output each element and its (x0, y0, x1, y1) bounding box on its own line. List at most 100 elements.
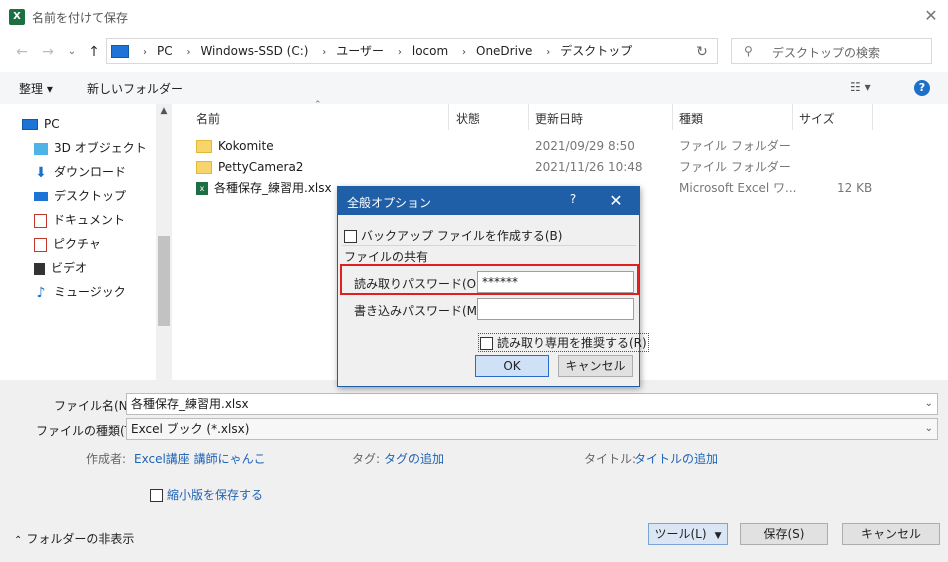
table-row[interactable]: Kokomite 2021/09/29 8:50 ファイル フォルダー (196, 136, 896, 156)
address-bar[interactable]: › PC › Windows-SSD (C:) › ユーザー › locom › OneD… (106, 38, 785, 64)
file-date: 2021/09/29 8:50 (535, 139, 635, 153)
save-button[interactable]: 保存(S) (740, 523, 828, 545)
excel-file-icon: x (196, 182, 208, 195)
backup-checkbox[interactable] (344, 230, 357, 243)
sidebar-item-label: ピクチャ (53, 237, 101, 251)
breadcrumb-item[interactable]: locom (412, 44, 448, 58)
search-placeholder: デスクトップの検索 (772, 46, 881, 60)
video-icon (34, 262, 45, 275)
column-header-date[interactable]: 更新日時 (535, 108, 583, 130)
breadcrumb-item[interactable]: OneDrive (476, 44, 532, 58)
dialog-title: 全般オプション (347, 196, 432, 210)
sidebar-item-label: ドキュメント (53, 213, 126, 227)
recent-locations-icon[interactable]: ⌄ (62, 42, 82, 62)
breadcrumb-item[interactable]: デスクトップ (560, 44, 632, 58)
sort-ascending-icon: ⌃ (314, 100, 322, 110)
column-header-name[interactable]: 名前 (196, 108, 220, 130)
filename-value: 各種保存_練習用.xlsx (131, 397, 249, 411)
scrollbar-thumb[interactable] (158, 236, 170, 326)
title-label: タイトル: (584, 452, 637, 466)
back-arrow-icon[interactable]: ← (12, 42, 32, 62)
recommend-readonly-checkbox[interactable] (480, 337, 493, 350)
sidebar-item-music[interactable]: ♪ ミュージック (34, 282, 126, 302)
backup-option[interactable]: バックアップ ファイルを作成する(B) (344, 227, 562, 244)
download-icon: ⬇ (35, 164, 47, 181)
sidebar-item-pc[interactable]: PC (22, 114, 60, 134)
documents-icon (34, 213, 47, 228)
filetype-value: Excel ブック (*.xlsx) (131, 422, 250, 436)
thumbnail-option[interactable]: 縮小版を保存する (150, 486, 263, 503)
sidebar-item-label: ビデオ (51, 261, 88, 275)
breadcrumb-item[interactable]: PC (157, 44, 173, 58)
view-options-icon[interactable]: ☷ ▾ (850, 80, 871, 94)
help-icon[interactable]: ? (914, 80, 930, 96)
refresh-icon[interactable]: ↻ (690, 42, 714, 62)
chevron-down-icon[interactable]: ⌄ (925, 419, 933, 439)
pictures-icon (34, 237, 47, 252)
search-input[interactable]: ⚲ デスクトップの検索 (731, 38, 932, 64)
sidebar-item-3d-objects[interactable]: 3D オブジェクト (34, 138, 147, 158)
breadcrumb-item[interactable]: ユーザー (336, 44, 384, 58)
folder-icon (196, 161, 212, 174)
filename-label: ファイル名(N): (54, 399, 137, 413)
sidebar-item-documents[interactable]: ドキュメント (34, 210, 125, 230)
thumbnail-checkbox[interactable] (150, 489, 163, 502)
sidebar-item-label: ミュージック (54, 285, 126, 299)
file-name: 各種保存_練習用.xlsx (214, 181, 332, 195)
forward-arrow-icon[interactable]: → (38, 42, 58, 62)
backup-label: バックアップ ファイルを作成する(B) (361, 229, 563, 243)
file-name: Kokomite (218, 139, 274, 153)
column-divider[interactable] (448, 104, 449, 130)
column-divider[interactable] (872, 104, 873, 130)
file-date: 2021/11/26 10:48 (535, 160, 643, 174)
title-value[interactable]: タイトルの追加 (634, 450, 718, 467)
tag-value[interactable]: タグの追加 (384, 450, 444, 467)
sharing-heading: ファイルの共有 (344, 250, 429, 264)
close-icon[interactable]: ✕ (603, 190, 629, 212)
file-type: ファイル フォルダー (679, 139, 791, 153)
author-value[interactable]: Excel講座 講師にゃんこ (134, 450, 266, 467)
hide-folders-button[interactable]: ⌃ フォルダーの非表示 (14, 530, 134, 547)
sidebar-item-pictures[interactable]: ピクチャ (34, 234, 101, 254)
up-arrow-icon[interactable]: ↑ (84, 42, 104, 62)
scroll-up-icon[interactable]: ▲ (158, 106, 170, 120)
cancel-button[interactable]: キャンセル (842, 523, 940, 545)
sidebar-item-label: 3D オブジェクト (54, 141, 147, 155)
table-row[interactable]: PettyCamera2 2021/11/26 10:48 ファイル フォルダー (196, 157, 896, 177)
column-divider[interactable] (792, 104, 793, 130)
file-type: Microsoft Excel ワ... (679, 181, 797, 195)
sidebar-item-videos[interactable]: ビデオ (34, 258, 87, 278)
sidebar-item-downloads[interactable]: ⬇ ダウンロード (34, 162, 126, 182)
recommend-readonly-option[interactable]: 読み取り専用を推奨する(R) (478, 333, 649, 352)
breadcrumb-item[interactable]: Windows-SSD (C:) (200, 44, 308, 58)
help-icon[interactable]: ? (563, 192, 583, 210)
tools-button[interactable]: ツール(L) ▼ (648, 523, 728, 545)
tools-label: ツール(L) (654, 527, 707, 541)
recommend-readonly-label: 読み取り専用を推奨する(R) (497, 336, 647, 350)
sidebar-item-label: PC (44, 117, 60, 131)
new-folder-button[interactable]: 新しいフォルダー (87, 80, 183, 97)
navigation-pane: PC 3D オブジェクト ⬇ ダウンロード デスクトップ ドキュメント ピクチャ … (0, 104, 174, 380)
filetype-select[interactable]: Excel ブック (*.xlsx) ⌄ (126, 418, 938, 440)
write-password-input[interactable] (477, 298, 634, 320)
column-header-type[interactable]: 種類 (679, 108, 703, 130)
hide-folders-label: フォルダーの非表示 (26, 532, 135, 546)
dialog-cancel-button[interactable]: キャンセル (558, 355, 633, 377)
chevron-down-icon[interactable]: ⌄ (925, 394, 933, 414)
sidebar-item-label: デスクトップ (54, 189, 127, 203)
column-divider[interactable] (672, 104, 673, 130)
search-icon: ⚲ (744, 44, 753, 58)
close-icon[interactable]: ✕ (918, 4, 944, 28)
ok-button[interactable]: OK (475, 355, 549, 377)
pc-icon (111, 45, 129, 58)
column-header-size[interactable]: サイズ (799, 108, 835, 130)
organize-button[interactable]: 整理 ▾ (19, 80, 53, 97)
window-title: 名前を付けて保存 (32, 11, 129, 25)
thumbnail-label: 縮小版を保存する (167, 488, 264, 502)
desktop-icon (34, 192, 48, 201)
pc-icon (22, 119, 38, 130)
sidebar-item-desktop[interactable]: デスクトップ (34, 186, 126, 206)
filename-field[interactable]: 各種保存_練習用.xlsx ⌄ (126, 393, 938, 415)
column-header-status[interactable]: 状態 (456, 108, 480, 130)
column-divider[interactable] (528, 104, 529, 130)
